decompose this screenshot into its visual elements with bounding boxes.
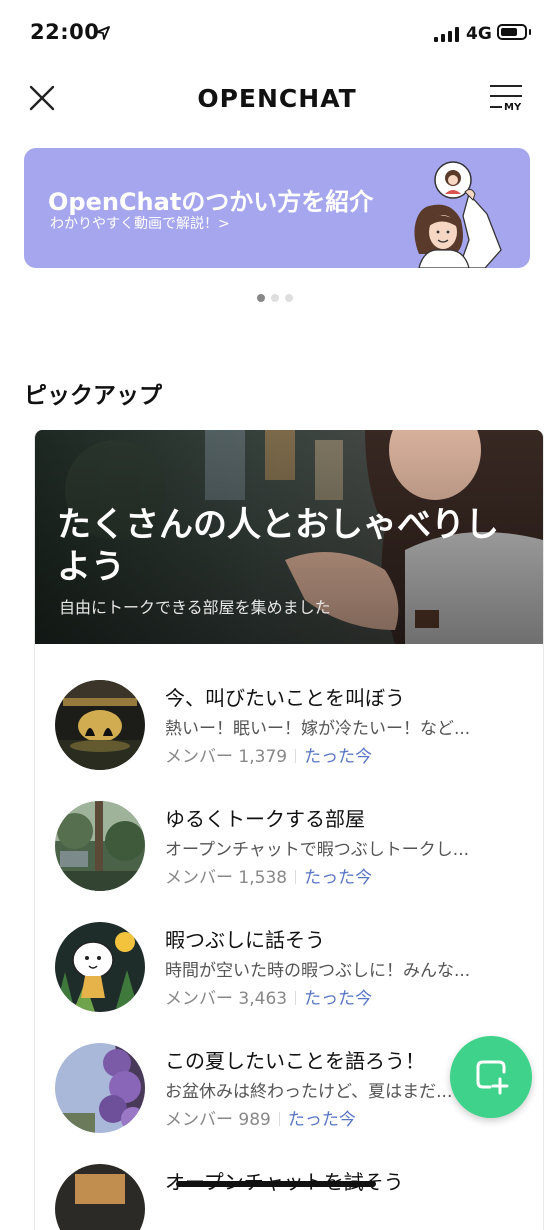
menu-my-button[interactable]: MY [488,82,528,114]
room-description: お盆休みは終わったけど、夏はまだ... [165,1082,453,1102]
hero-title: たくさんの人とおしゃべりしよう [57,505,499,587]
carousel-dot[interactable] [285,294,293,302]
menu-line [490,95,522,97]
battery-icon [497,24,527,40]
battery-tip [529,29,531,35]
room-members: メンバー 989 [165,1110,271,1130]
room-members: メンバー 1,379 [165,747,288,767]
hero-banner[interactable]: たくさんの人とおしゃべりしよう 自由にトークできる部屋を集めました [35,430,543,644]
list-item[interactable]: 今、叫びたいことを叫ぼう 熱いー！眠いー！嫁が冷たいー！など... メンバー 1… [35,680,543,790]
signal-icon [434,26,459,42]
room-name: 暇つぶしに話そう [165,928,325,952]
page-title: OPENCHAT [197,84,357,113]
list-item[interactable]: オープンチャットを試そう [35,1164,543,1230]
room-time: たった今 [304,747,373,767]
network-label: 4G [466,24,492,44]
list-item[interactable]: ゆるくトークする部屋 オープンチャットで暇つぶしトークし... メンバー 1,5… [35,801,543,911]
room-meta: メンバー 1,379 たった今 [165,742,372,767]
room-meta: メンバー 1,538 たった今 [165,863,372,888]
room-meta: メンバー 3,463 たった今 [165,984,372,1009]
room-members: メンバー 1,538 [165,868,288,888]
nav-bar: OPENCHAT MY [0,70,554,126]
banner-title: OpenChatのつかい方を紹介 [48,188,374,216]
room-meta: メンバー 989 たった今 [165,1105,356,1130]
room-description: 熱いー！眠いー！嫁が冷たいー！など... [165,719,471,739]
home-indicator [176,1181,376,1187]
carousel-dot[interactable] [257,294,265,302]
carousel-dots [257,294,293,302]
section-title: ピックアップ [24,383,162,409]
create-chat-icon [476,1060,509,1095]
room-time: たった今 [287,1110,356,1130]
meta-divider [295,870,297,884]
room-avatar [55,922,145,1012]
room-name: この夏したいことを語ろう！ [165,1049,425,1073]
room-members: メンバー 3,463 [165,989,288,1009]
room-avatar [55,1164,145,1230]
room-name: 今、叫びたいことを叫ぼう [165,686,405,710]
status-bar: 22:00 4G [0,0,554,68]
meta-divider [278,1112,280,1126]
room-time: たった今 [304,868,373,888]
menu-line [490,85,522,87]
room-avatar [55,1043,145,1133]
banner-subtitle: わかりやすく動画で解説！> [50,216,230,232]
carousel-dot[interactable] [271,294,279,302]
hero-subtitle: 自由にトークできる部屋を集めました [59,598,331,617]
location-arrow-icon [96,26,110,40]
room-avatar [55,680,145,770]
room-avatar [55,801,145,891]
banner-illustration [414,161,502,268]
room-name: ゆるくトークする部屋 [165,807,365,831]
meta-divider [295,991,297,1005]
status-time: 22:00 [30,20,100,44]
meta-divider [295,749,297,763]
my-label: MY [504,102,522,113]
create-chat-button[interactable] [450,1036,532,1118]
tutorial-banner[interactable]: OpenChatのつかい方を紹介 わかりやすく動画で解説！> [24,148,530,268]
room-description: オープンチャットで暇つぶしトークし... [165,840,470,860]
room-description: 時間が空いた時の暇つぶしに！みんな... [165,961,471,981]
menu-line [490,106,502,108]
room-time: たった今 [304,989,373,1009]
list-item[interactable]: 暇つぶしに話そう 時間が空いた時の暇つぶしに！みんな... メンバー 3,463… [35,922,543,1032]
